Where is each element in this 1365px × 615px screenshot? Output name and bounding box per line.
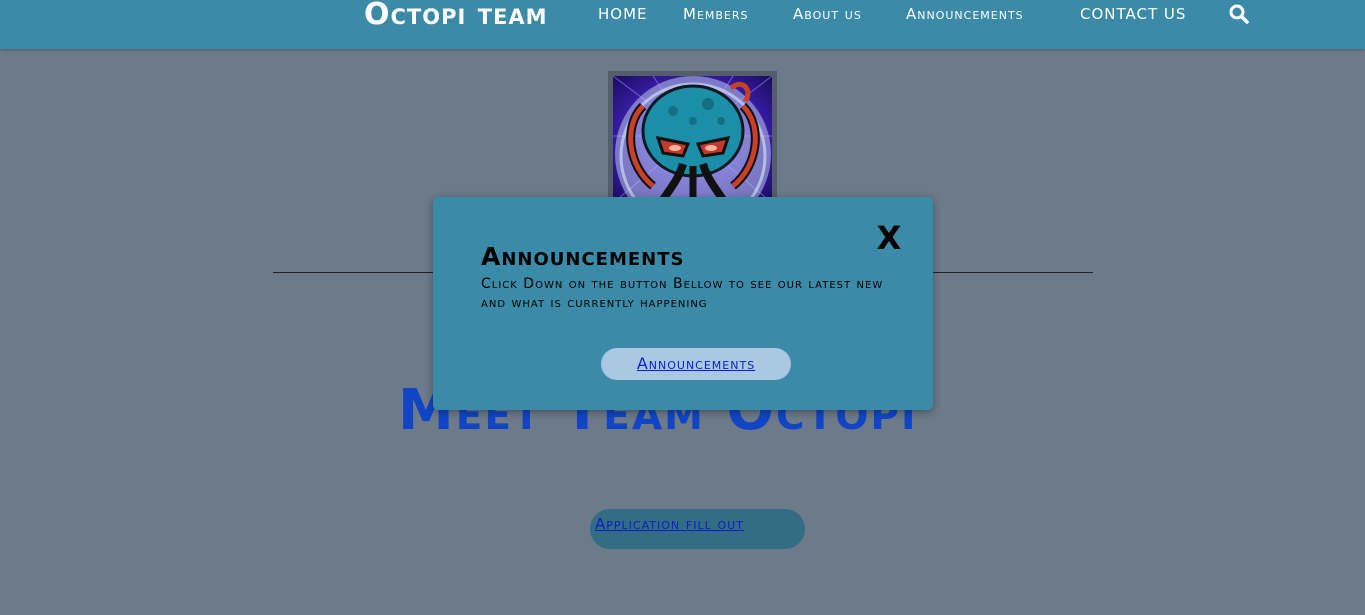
modal-body-text: Click Down on the button Bellow to see o… xyxy=(481,276,884,311)
search-icon[interactable] xyxy=(1229,4,1249,24)
announcements-modal: X Announcements Click Down on the button… xyxy=(433,197,933,410)
application-link[interactable]: Application fill out xyxy=(595,515,744,533)
nav-item-contact-us[interactable]: CONTACT US xyxy=(1080,5,1186,23)
close-icon[interactable]: X xyxy=(873,221,905,255)
nav-item-about-us[interactable]: About us xyxy=(793,5,862,23)
nav-item-home[interactable]: HOME xyxy=(598,5,648,23)
announcements-link[interactable]: Announcements xyxy=(601,348,791,380)
application-button[interactable]: Application fill out xyxy=(590,509,805,549)
navbar: Octopi team HOME Members About us Announ… xyxy=(0,0,1365,49)
site-brand[interactable]: Octopi team xyxy=(364,0,548,32)
nav-item-announcements[interactable]: Announcements xyxy=(906,5,1024,23)
modal-title: Announcements xyxy=(481,242,685,271)
octopus-logo-icon xyxy=(613,76,772,203)
nav-item-members[interactable]: Members xyxy=(683,5,749,23)
team-logo xyxy=(608,71,777,203)
announcements-button[interactable]: Announcements xyxy=(601,348,791,380)
